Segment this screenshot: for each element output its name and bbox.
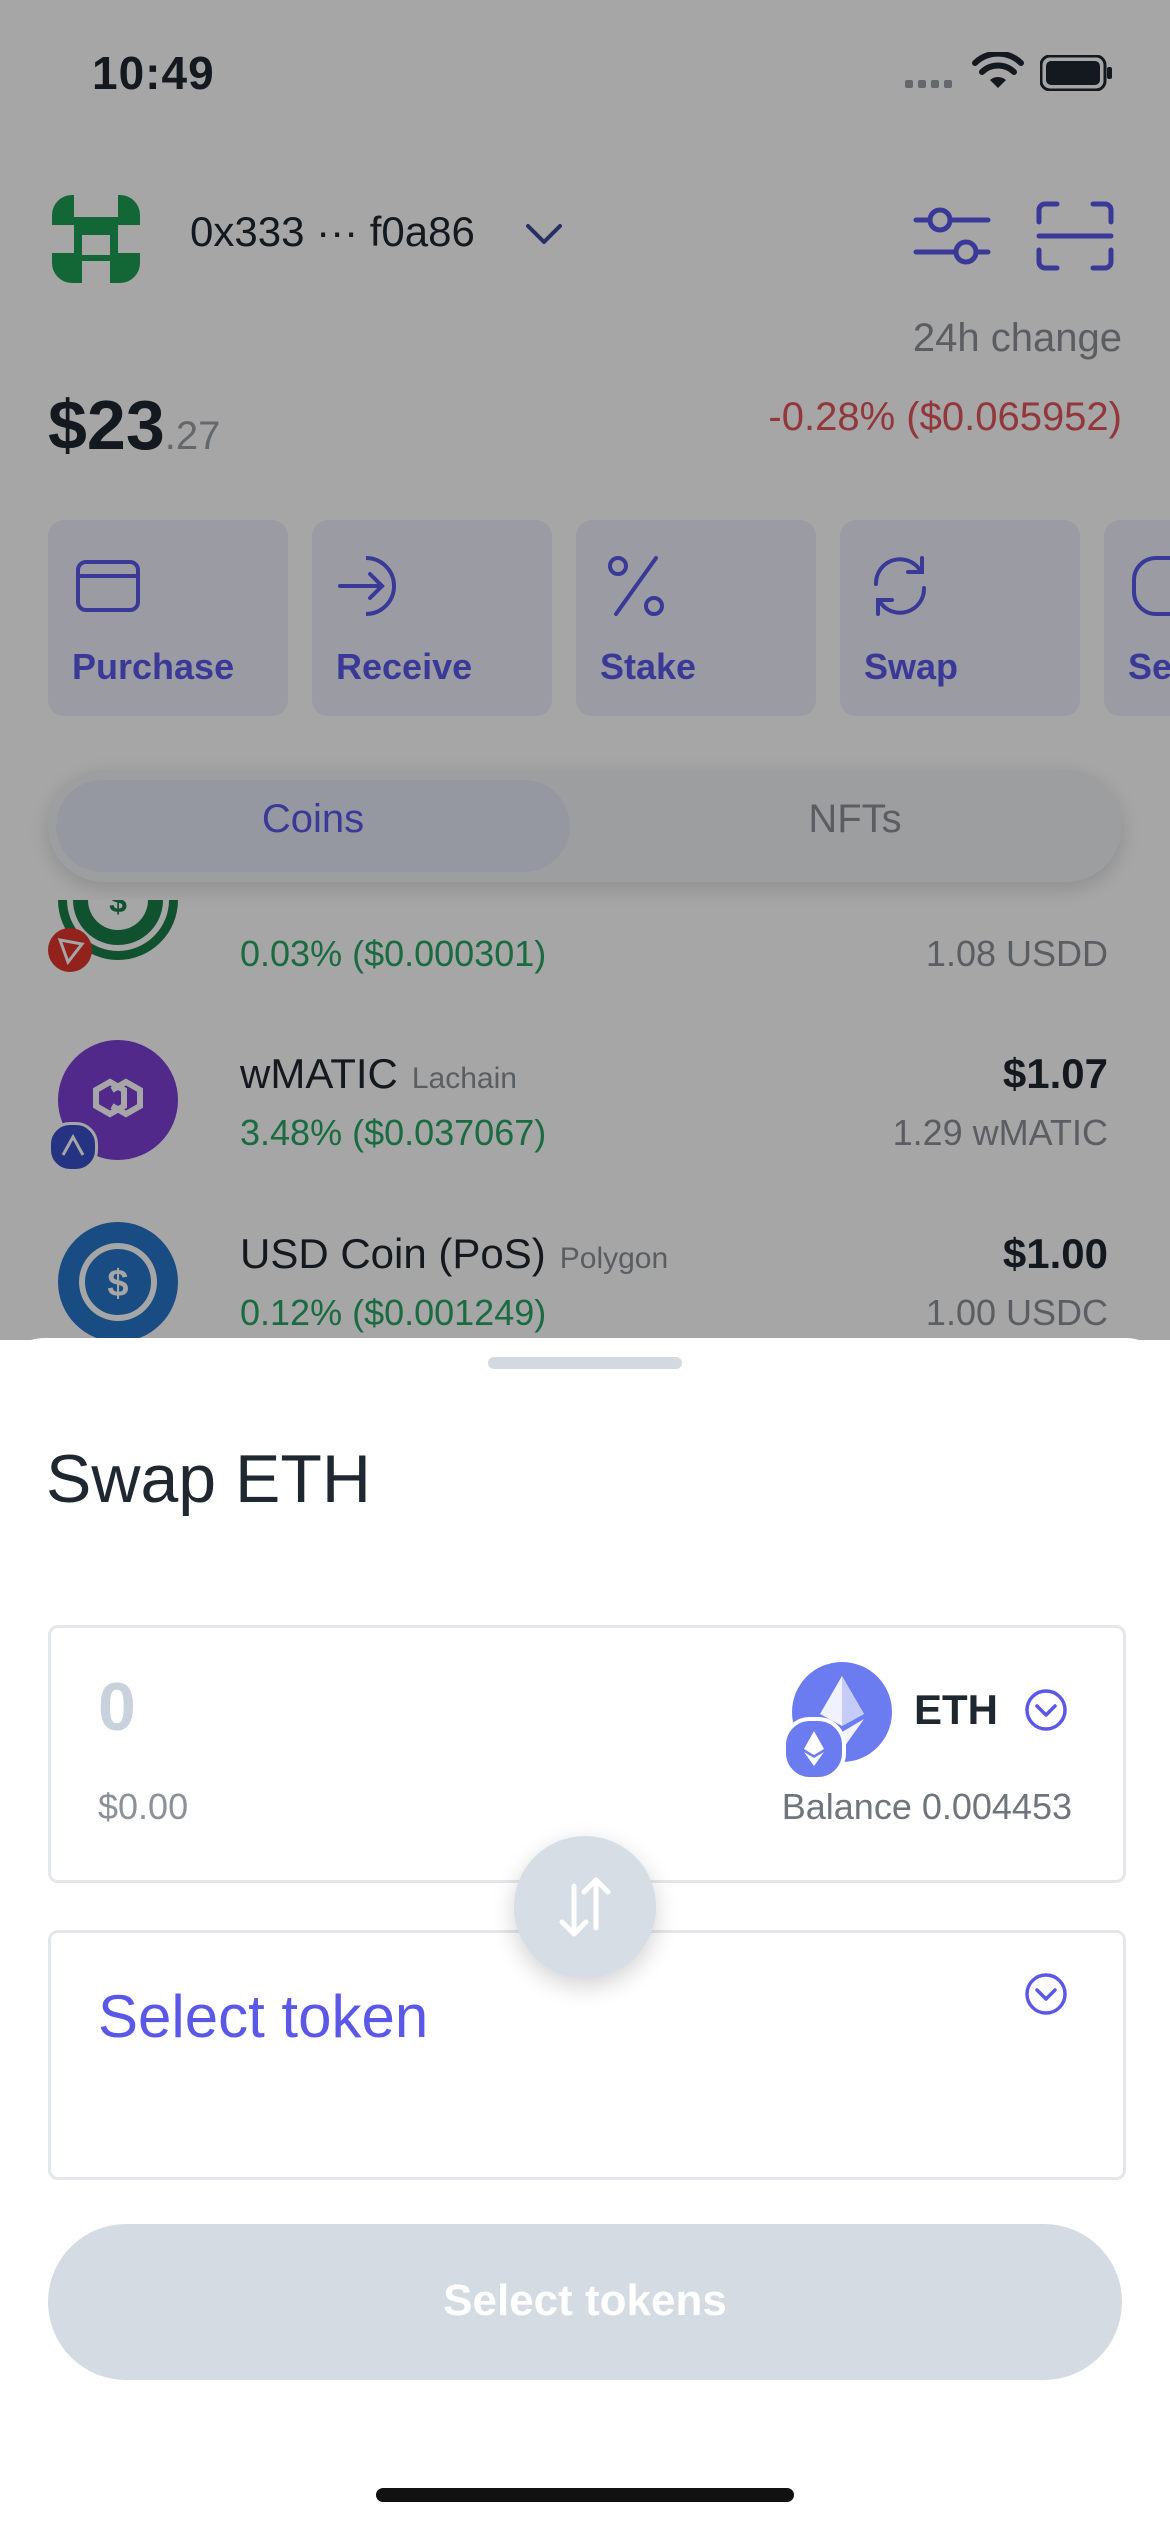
battery-icon <box>1040 55 1112 91</box>
tab-coins[interactable]: Coins <box>56 797 570 842</box>
stake-button[interactable]: Stake <box>576 520 816 716</box>
change-label: 24h change <box>912 316 1122 360</box>
swap-action-button[interactable]: Swap <box>840 520 1080 716</box>
asset-change: 0.03% ($0.000301) <box>240 933 547 974</box>
wallet-avatar[interactable] <box>52 195 140 283</box>
from-token-chevron-icon[interactable] <box>1024 1688 1068 1732</box>
asset-value: $1.00 <box>1002 1230 1108 1277</box>
lachain-icon <box>48 1122 98 1172</box>
asset-row[interactable]: $ USD Coin (PoS) Polygon 0.12% ($0.001249… <box>0 1222 1170 1340</box>
stake-label: Stake <box>600 646 697 687</box>
sheet-grabber[interactable] <box>488 1357 682 1369</box>
asset-name: USD Coin (PoS) Polygon <box>240 1230 669 1277</box>
asset-change: 0.12% ($0.001249) <box>240 1292 547 1333</box>
select-tokens-label: Select tokens <box>443 2276 727 2325</box>
sheet-title: Swap ETH <box>46 1441 371 1517</box>
receive-icon <box>338 556 396 616</box>
svg-text:$: $ <box>109 900 127 919</box>
select-token-prompt[interactable]: Select token <box>98 1982 428 2051</box>
asset-row[interactable]: wMATIC Lachain 3.48% ($0.037067) $1.07 1.… <box>0 1040 1170 1220</box>
send-button[interactable]: Se <box>1104 520 1170 716</box>
usdc-logo: $ <box>58 1222 178 1340</box>
status-time: 10:49 <box>92 47 215 99</box>
from-token-symbol[interactable]: ETH <box>914 1686 998 1734</box>
asset-name: wMATIC Lachain <box>240 1050 517 1097</box>
change-value: -0.28% ($0.065952) <box>768 395 1122 439</box>
tab-nfts[interactable]: NFTs <box>600 797 1110 842</box>
asset-amount: 1.29 wMATIC <box>892 1112 1108 1153</box>
to-token-chevron-icon[interactable] <box>1024 1972 1068 2016</box>
from-amount-input[interactable]: 0 <box>98 1668 136 1746</box>
scan-icon[interactable] <box>1035 200 1115 272</box>
receive-label: Receive <box>336 646 473 687</box>
wallet-address[interactable]: 0x333 ··· f0a86 <box>190 208 475 256</box>
asset-value: $1.07 <box>1002 1050 1108 1097</box>
cellular-signal-icon <box>905 80 952 88</box>
filter-settings-icon[interactable] <box>912 200 992 272</box>
purchase-button[interactable]: Purchase <box>48 520 288 716</box>
swap-icon <box>873 556 927 616</box>
from-balance: Balance 0.004453 <box>781 1786 1072 1827</box>
swap-direction-button[interactable] <box>514 1836 656 1978</box>
asset-amount: 1.08 USDD <box>925 933 1108 974</box>
send-label: Se <box>1128 646 1170 687</box>
swap-label: Swap <box>864 646 959 687</box>
asset-amount: 1.00 USDC <box>925 1292 1108 1333</box>
send-icon <box>1132 556 1170 616</box>
asset-change: 3.48% ($0.037067) <box>240 1112 547 1153</box>
ethereum-chain-icon <box>782 1717 846 1781</box>
card-icon <box>76 560 140 612</box>
receive-button[interactable]: Receive <box>312 520 552 716</box>
home-indicator[interactable] <box>376 2488 794 2502</box>
asset-row[interactable]: $ 0.03% ($0.000301) 1.08 USDD <box>0 900 1170 1020</box>
purchase-label: Purchase <box>72 646 235 687</box>
chevron-down-icon[interactable] <box>520 210 568 258</box>
wifi-icon <box>972 52 1024 88</box>
total-balance: $23.27 <box>48 386 221 464</box>
from-fiat-value: $0.00 <box>98 1786 189 1827</box>
tron-chain-icon <box>48 928 92 972</box>
svg-text:$: $ <box>107 1263 128 1305</box>
swap-arrows-icon <box>559 1877 611 1937</box>
asset-list: $ 0.03% ($0.000301) 1.08 USDD wMATIC Lach… <box>0 900 1170 1340</box>
percent-icon <box>608 556 664 616</box>
